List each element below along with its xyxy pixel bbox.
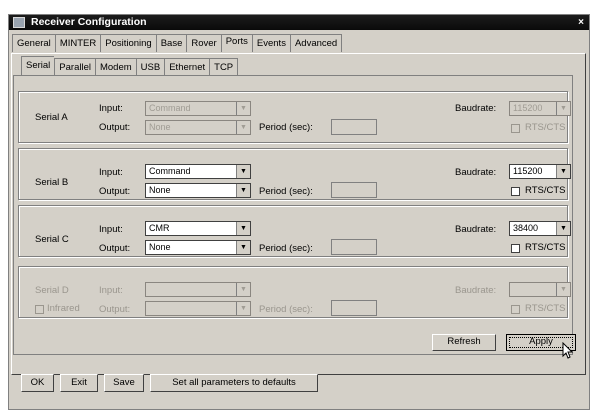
refresh-button[interactable]: Refresh (432, 334, 496, 351)
serial-d-input-select[interactable]: ▼ (145, 282, 251, 297)
serial-b-input-label: Input: (99, 167, 123, 178)
serial-d-baud-label: Baudrate: (455, 285, 497, 296)
serial-d-input-label: Input: (99, 285, 123, 296)
serial-b-baud-select[interactable]: 115200 ▼ (509, 164, 571, 179)
tab-rover[interactable]: Rover (186, 34, 221, 52)
serial-a-rts-label: RTS/CTS (525, 122, 566, 133)
serial-b-input-value: Command (149, 166, 191, 176)
serial-c-output-label: Output: (99, 243, 131, 254)
serial-b-output-value: None (149, 185, 171, 195)
chevron-down-icon: ▼ (556, 102, 570, 115)
serial-b-group: Serial B Input: Command ▼ Output: None ▼… (18, 148, 571, 200)
serial-b-baud-value: 115200 (513, 166, 543, 176)
serial-c-rts-checkbox[interactable] (511, 244, 520, 253)
serial-c-input-label: Input: (99, 224, 123, 235)
serial-d-rts-checkbox[interactable] (511, 305, 520, 314)
serial-a-output-select[interactable]: None ▼ (145, 120, 251, 135)
chevron-down-icon: ▼ (236, 302, 250, 315)
serial-c-input-select[interactable]: CMR ▼ (145, 221, 251, 236)
serial-b-output-select[interactable]: None ▼ (145, 183, 251, 198)
tab-ethernet[interactable]: Ethernet (164, 58, 210, 76)
serial-c-period-field[interactable] (331, 239, 377, 255)
serial-a-input-value: Command (149, 103, 191, 113)
tab-events[interactable]: Events (251, 34, 290, 52)
serial-b-baud-label: Baudrate: (455, 167, 497, 178)
serial-d-baud-select[interactable]: ▼ (509, 282, 571, 297)
title-bar[interactable]: Receiver Configuration × (9, 15, 589, 30)
serial-a-input-select[interactable]: Command ▼ (145, 101, 251, 116)
serial-d-rts-label: RTS/CTS (525, 303, 566, 314)
app-icon (13, 17, 25, 28)
chevron-down-icon: ▼ (556, 222, 570, 235)
chevron-down-icon: ▼ (236, 165, 250, 178)
chevron-down-icon: ▼ (556, 165, 570, 178)
serial-a-period-field[interactable] (331, 119, 377, 135)
serial-d-period-label: Period (sec): (259, 304, 313, 315)
serial-b-period-field[interactable] (331, 182, 377, 198)
serial-a-input-label: Input: (99, 103, 123, 114)
tab-positioning[interactable]: Positioning (100, 34, 156, 52)
serial-c-output-value: None (149, 242, 171, 252)
chevron-down-icon: ▼ (236, 283, 250, 296)
serial-d-group: Serial D Infrared Input: ▼ Output: ▼ Per… (18, 266, 571, 318)
serial-b-period-label: Period (sec): (259, 186, 313, 197)
tab-tcp[interactable]: TCP (209, 58, 239, 76)
chevron-down-icon: ▼ (236, 241, 250, 254)
tab-advanced[interactable]: Advanced (289, 34, 343, 52)
bottom-button-bar: OK Exit Save Set all parameters to defau… (0, 360, 580, 392)
save-button[interactable]: Save (104, 374, 144, 392)
serial-c-baud-value: 38400 (513, 223, 539, 233)
serial-c-period-label: Period (sec): (259, 243, 313, 254)
serial-c-input-value: CMR (149, 223, 170, 233)
serial-a-label: Serial A (35, 112, 68, 123)
serial-c-baud-label: Baudrate: (455, 224, 497, 235)
chevron-down-icon: ▼ (236, 184, 250, 197)
tab-minter[interactable]: MINTER (54, 34, 101, 52)
serial-a-output-label: Output: (99, 122, 131, 133)
chevron-down-icon: ▼ (236, 102, 250, 115)
serial-a-group: Serial A Input: Command ▼ Output: None ▼… (18, 91, 571, 143)
serial-b-label: Serial B (35, 177, 69, 188)
serial-a-baud-label: Baudrate: (455, 103, 497, 114)
serial-a-period-label: Period (sec): (259, 122, 313, 133)
close-icon[interactable]: × (576, 15, 586, 30)
tab-parallel[interactable]: Parallel (54, 58, 95, 76)
set-defaults-button[interactable]: Set all parameters to defaults (150, 374, 318, 392)
ok-button[interactable]: OK (21, 374, 54, 392)
serial-a-baud-value: 115200 (513, 103, 543, 113)
serial-c-rts-label: RTS/CTS (525, 242, 566, 253)
serial-d-infrared-label: Infrared (47, 303, 80, 314)
serial-c-baud-select[interactable]: 38400 ▼ (509, 221, 571, 236)
serial-a-baud-select[interactable]: 115200 ▼ (509, 101, 571, 116)
tab-serial[interactable]: Serial (21, 56, 55, 76)
top-tab-strip: General MINTER Positioning Base Rover Po… (12, 34, 343, 52)
serial-a-output-value: None (149, 122, 171, 132)
chevron-down-icon: ▼ (556, 283, 570, 296)
serial-d-period-field[interactable] (331, 300, 377, 316)
serial-b-rts-checkbox[interactable] (511, 187, 520, 196)
serial-b-input-select[interactable]: Command ▼ (145, 164, 251, 179)
serial-b-output-label: Output: (99, 186, 131, 197)
tab-general[interactable]: General (12, 34, 55, 52)
tab-base[interactable]: Base (155, 34, 187, 52)
exit-button[interactable]: Exit (60, 374, 98, 392)
serial-a-rts-checkbox[interactable] (511, 124, 520, 133)
tab-ports[interactable]: Ports (220, 34, 252, 52)
mouse-cursor-icon (562, 342, 574, 359)
serial-d-output-label: Output: (99, 304, 131, 315)
serial-d-label: Serial D (35, 285, 69, 296)
tab-usb[interactable]: USB (135, 58, 165, 76)
tab-modem[interactable]: Modem (94, 58, 136, 76)
serial-c-group: Serial C Input: CMR ▼ Output: None ▼ Per… (18, 205, 571, 257)
serial-d-output-select[interactable]: ▼ (145, 301, 251, 316)
serial-c-label: Serial C (35, 234, 69, 245)
window-title: Receiver Configuration (31, 16, 147, 28)
serial-b-rts-label: RTS/CTS (525, 185, 566, 196)
chevron-down-icon: ▼ (236, 121, 250, 134)
serial-c-output-select[interactable]: None ▼ (145, 240, 251, 255)
chevron-down-icon: ▼ (236, 222, 250, 235)
sub-tab-strip: Serial Parallel Modem USB Ethernet TCP (21, 56, 239, 76)
serial-d-infrared-checkbox[interactable] (35, 305, 44, 314)
